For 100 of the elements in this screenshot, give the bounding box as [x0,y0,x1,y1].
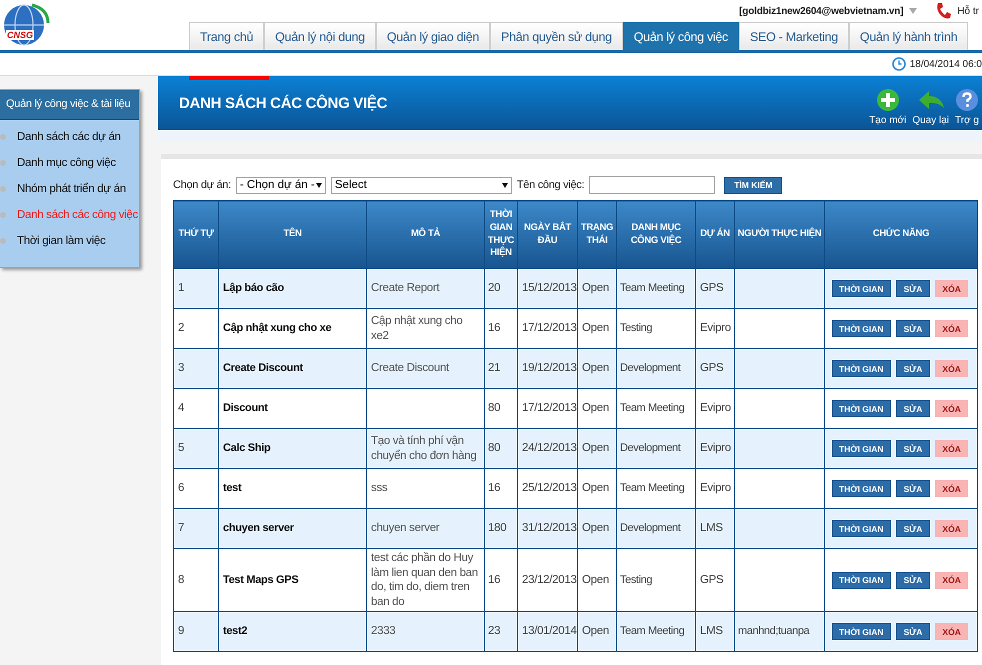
sidebar-link[interactable]: Thời gian làm việc [17,235,106,247]
edit-button[interactable]: SỬA [896,320,930,337]
description-cell: chuyen server [366,508,484,548]
nav-tab[interactable]: Quản lý công việc [622,22,740,50]
time-button[interactable]: THỜI GIAN [832,360,891,377]
start-date-cell: 13/01/2014 [518,612,578,652]
phone-icon [935,2,952,20]
sidebar-title: Quản lý công việc & tài liệu [0,90,139,120]
nav-tab[interactable]: Quản lý nội dung [264,22,376,50]
time-button[interactable]: THỜI GIAN [832,440,891,457]
column-header: DANH MỤC CÔNG VIỆC [616,200,696,268]
sidebar-link[interactable]: Nhóm phát triển dự án [17,183,126,195]
toolbar-button[interactable]: Quay lại [910,76,951,130]
column-header: DỰ ÁN [696,200,734,268]
edit-button[interactable]: SỬA [896,520,930,537]
assignee-cell: manhnd;tuanpa [734,612,824,652]
duration-cell: 16 [484,548,518,612]
duration-cell: 180 [484,508,518,548]
status-cell: Open [578,308,616,348]
start-date-cell: 17/12/2013 [518,388,578,428]
project-dropdown[interactable]: - Chọn dự án - [236,176,326,194]
caret-icon[interactable] [909,8,918,14]
time-button[interactable]: THỜI GIAN [832,280,891,297]
project-cell: Evipro [696,308,734,348]
description-cell: Tạo và tính phí vận chuyển cho đơn hàng [366,428,484,468]
bullet-icon [0,134,6,140]
column-header: TRẠNG THÁI [578,200,616,268]
name-cell: Lập báo cão [218,268,366,308]
edit-button[interactable]: SỬA [896,280,930,297]
search-button[interactable]: TÌM KIẾM [724,176,782,194]
time-button[interactable]: THỜI GIAN [832,520,891,537]
bullet-icon [0,238,6,244]
description-cell: sss [366,468,484,508]
support-link[interactable]: Hỗ tr [957,6,979,16]
project-cell: LMS [696,612,734,652]
sidebar-link[interactable]: Danh mục công việc [17,157,116,169]
start-date-cell: 15/12/2013 [518,268,578,308]
column-header: THỜI GIAN THỰC HIỆN [484,200,518,268]
duration-cell: 20 [484,268,518,308]
select-dropdown[interactable]: Select [330,176,512,194]
status-cell: Open [578,268,616,308]
category-cell: Development [616,428,696,468]
nav-tab[interactable]: Trang chủ [189,22,264,50]
sidebar-link[interactable]: Danh sách các dự án [17,131,121,143]
name-cell: test [218,468,366,508]
nav-tab[interactable]: SEO - Marketing [739,22,849,50]
logo-text: CNSG [6,30,34,40]
plus-icon [876,88,900,112]
edit-button[interactable]: SỬA [896,572,930,588]
column-header: CHỨC NĂNG [824,200,978,268]
time-button[interactable]: THỜI GIAN [832,572,891,588]
start-date-cell: 23/12/2013 [518,548,578,612]
category-cell: Team Meeting [616,612,696,652]
project-cell: GPS [696,348,734,388]
column-header: TÊN [218,200,366,268]
task-name-field[interactable] [589,176,716,194]
time-button[interactable]: THỜI GIAN [832,623,891,640]
duration-cell: 23 [484,612,518,652]
bullet-icon [0,212,6,218]
category-cell: Team Meeting [616,468,696,508]
status-cell: Open [578,508,616,548]
back-arrow-icon [916,88,945,112]
clock-icon [892,57,906,71]
start-date-cell: 25/12/2013 [518,468,578,508]
category-cell: Team Meeting [616,268,696,308]
time-button[interactable]: THỜI GIAN [832,320,891,337]
name-cell: Cập nhật xung cho xe [218,308,366,348]
edit-button[interactable]: SỬA [896,480,930,497]
duration-cell: 16 [484,308,518,348]
name-cell: Test Maps GPS [218,548,366,612]
edit-button[interactable]: SỬA [896,623,930,640]
column-header: NGÀY BẮT ĐẦU [518,200,578,268]
nav-tab[interactable]: Quản lý giao diện [376,22,490,50]
time-button[interactable]: THỜI GIAN [832,400,891,417]
edit-button[interactable]: SỬA [896,360,930,377]
name-cell: chuyen server [218,508,366,548]
time-button[interactable]: THỜI GIAN [832,480,891,497]
order-cell: 8 [174,548,218,612]
status-cell: Open [578,348,616,388]
nav-tab[interactable]: Quản lý hành trình [848,22,968,50]
order-cell: 6 [174,468,218,508]
project-label: Chọn dự án: [173,179,231,191]
project-cell: Evipro [696,428,734,468]
edit-button[interactable]: SỬA [896,400,930,417]
status-cell: Open [578,428,616,468]
user-email[interactable]: [goldbiz1new2604@webvietnam.vn] [739,6,904,16]
category-cell: Development [616,508,696,548]
edit-button[interactable]: SỬA [896,440,930,457]
task-name-label: Tên công việc: [516,179,584,191]
status-cell: Open [578,548,616,612]
toolbar-button[interactable]: Trợ g [953,76,981,130]
name-cell: Create Discount [218,348,366,388]
duration-cell: 21 [484,348,518,388]
toolbar-button[interactable]: Tạo mới [867,76,908,130]
description-cell: Cập nhật xung cho xe2 [366,308,484,348]
nav-tab[interactable]: Phân quyền sử dụng [490,22,623,50]
start-date-cell: 31/12/2013 [518,508,578,548]
order-cell: 4 [174,388,218,428]
order-cell: 3 [174,348,218,388]
category-cell: Testing [616,308,696,348]
